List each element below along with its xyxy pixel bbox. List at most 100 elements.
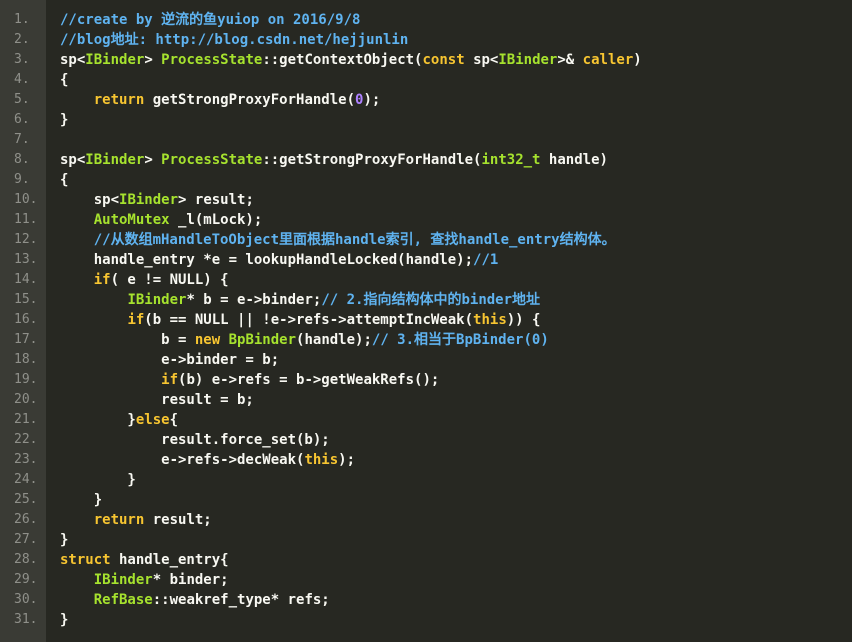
code-line: e->refs->decWeak(this);: [60, 450, 852, 470]
line-number: 16.: [14, 312, 38, 327]
code-token-comment: // 3.相当于BpBinder(0): [371, 332, 549, 348]
code-line: sp<IBinder> ProcessState::getContextObje…: [60, 50, 852, 70]
code-token-text: }: [60, 532, 69, 548]
line-number: 28.: [14, 552, 38, 567]
code-token-text: ::getStrongProxyForHandle(: [262, 152, 482, 168]
code-token-text: }: [60, 612, 69, 628]
line-number: 26.: [14, 512, 38, 527]
line-number: 11.: [14, 212, 38, 227]
code-token-kw: this: [473, 312, 507, 328]
code-token-kw: if: [127, 312, 145, 328]
line-number: 6.: [14, 112, 30, 127]
code-token-text: _l(mLock);: [169, 212, 263, 228]
code-token-kw: new: [194, 332, 221, 348]
code-token-text: )) {: [506, 312, 541, 328]
code-token-text: result = b;: [60, 392, 254, 408]
code-token-text: * b = e->binder;: [186, 292, 322, 308]
code-line: }: [60, 530, 852, 550]
code-token-text: sp<: [464, 52, 499, 68]
line-number: 12.: [14, 232, 38, 247]
code-token-kw: if: [161, 372, 179, 388]
code-line: struct handle_entry{: [60, 550, 852, 570]
code-line: //blog地址: http://blog.csdn.net/hejjunlin: [60, 30, 852, 50]
code-token-text: ): [633, 52, 642, 68]
code-token-text: (handle);: [296, 332, 372, 348]
code-token-text: > result;: [178, 192, 254, 208]
code-token-comment: //blog地址: http://blog.csdn.net/hejjunlin: [60, 32, 409, 48]
line-number: 9.: [14, 172, 30, 187]
code-token-text: {: [60, 72, 69, 88]
code-token-text: b =: [60, 332, 195, 348]
code-token-kw: this: [304, 452, 339, 468]
code-line: {: [60, 70, 852, 90]
code-line: }else{: [60, 410, 852, 430]
code-token-text: e->binder = b;: [60, 352, 280, 368]
line-number: 5.: [14, 92, 30, 107]
code-line: e->binder = b;: [60, 350, 852, 370]
line-number: 3.: [14, 52, 30, 67]
code-token-kw: return: [93, 512, 145, 528]
code-token-text: >: [144, 152, 162, 168]
code-token-type: BpBinder: [228, 332, 297, 348]
code-line: //从数组mHandleToObject里面根据handle索引, 查找hand…: [60, 230, 852, 250]
line-number: 23.: [14, 452, 38, 467]
code-token-text: (b) e->refs = b->getWeakRefs();: [178, 372, 440, 388]
code-token-text: >&: [557, 52, 583, 68]
line-number: 4.: [14, 72, 30, 87]
line-number: 2.: [14, 32, 30, 47]
code-line: {: [60, 170, 852, 190]
code-line: }: [60, 490, 852, 510]
line-number: 24.: [14, 472, 38, 487]
code-line: IBinder* b = e->binder;// 2.指向结构体中的binde…: [60, 290, 852, 310]
code-token-type: ProcessState: [161, 52, 263, 68]
code-line: }: [60, 110, 852, 130]
code-line: b = new BpBinder(handle);// 3.相当于BpBinde…: [60, 330, 852, 350]
code-token-text: );: [363, 92, 381, 108]
code-line: if(b) e->refs = b->getWeakRefs();: [60, 370, 852, 390]
code-token-text: {: [60, 172, 69, 188]
code-area[interactable]: //create by 逆流的鱼yuiop on 2016/9/8 //blog地…: [46, 0, 852, 642]
code-token-type: IBinder: [127, 292, 187, 308]
code-line: if( e != NULL) {: [60, 270, 852, 290]
line-number: 15.: [14, 292, 38, 307]
code-token-text: }: [60, 472, 136, 488]
code-token-type: IBinder: [498, 52, 558, 68]
line-number: 10.: [14, 192, 38, 207]
code-token-text: ::weakref_type* refs;: [152, 592, 330, 608]
code-token-text: ::getContextObject(: [262, 52, 423, 68]
code-token-text: }: [60, 492, 103, 508]
code-editor[interactable]: 1. 2. 3. 4. 5. 6. 7. 8. 9. 10. 11. 12. 13. 14. 15. 16. 1…: [0, 0, 852, 642]
code-token-type: IBinder: [85, 52, 145, 68]
code-token-type: ProcessState: [161, 152, 263, 168]
code-line: return result;: [60, 510, 852, 530]
code-token-type: int32_t: [481, 152, 541, 168]
line-number: 31.: [14, 612, 38, 627]
code-line: }: [60, 470, 852, 490]
line-number-gutter: 1. 2. 3. 4. 5. 6. 7. 8. 9. 10. 11. 12. 13. 14. 15. 16. 1…: [0, 0, 46, 642]
line-number: 20.: [14, 392, 38, 407]
code-line: AutoMutex _l(mLock);: [60, 210, 852, 230]
code-token-text: handle_entry{: [110, 552, 229, 568]
line-number: 14.: [14, 272, 38, 287]
code-line: //create by 逆流的鱼yuiop on 2016/9/8: [60, 10, 852, 30]
code-line: result.force_set(b);: [60, 430, 852, 450]
line-number: 25.: [14, 492, 38, 507]
code-token-kw: if: [93, 272, 111, 288]
code-token-text: (b == NULL || !e->refs->attemptIncWeak(: [144, 312, 474, 328]
code-token-type: AutoMutex: [93, 212, 170, 228]
code-line: if(b == NULL || !e->refs->attemptIncWeak…: [60, 310, 852, 330]
line-number: 19.: [14, 372, 38, 387]
code-token-kw: caller: [582, 52, 634, 68]
line-number: 29.: [14, 572, 38, 587]
code-token-text: getStrongProxyForHandle(: [144, 92, 356, 108]
code-token-kw: struct: [60, 552, 111, 568]
